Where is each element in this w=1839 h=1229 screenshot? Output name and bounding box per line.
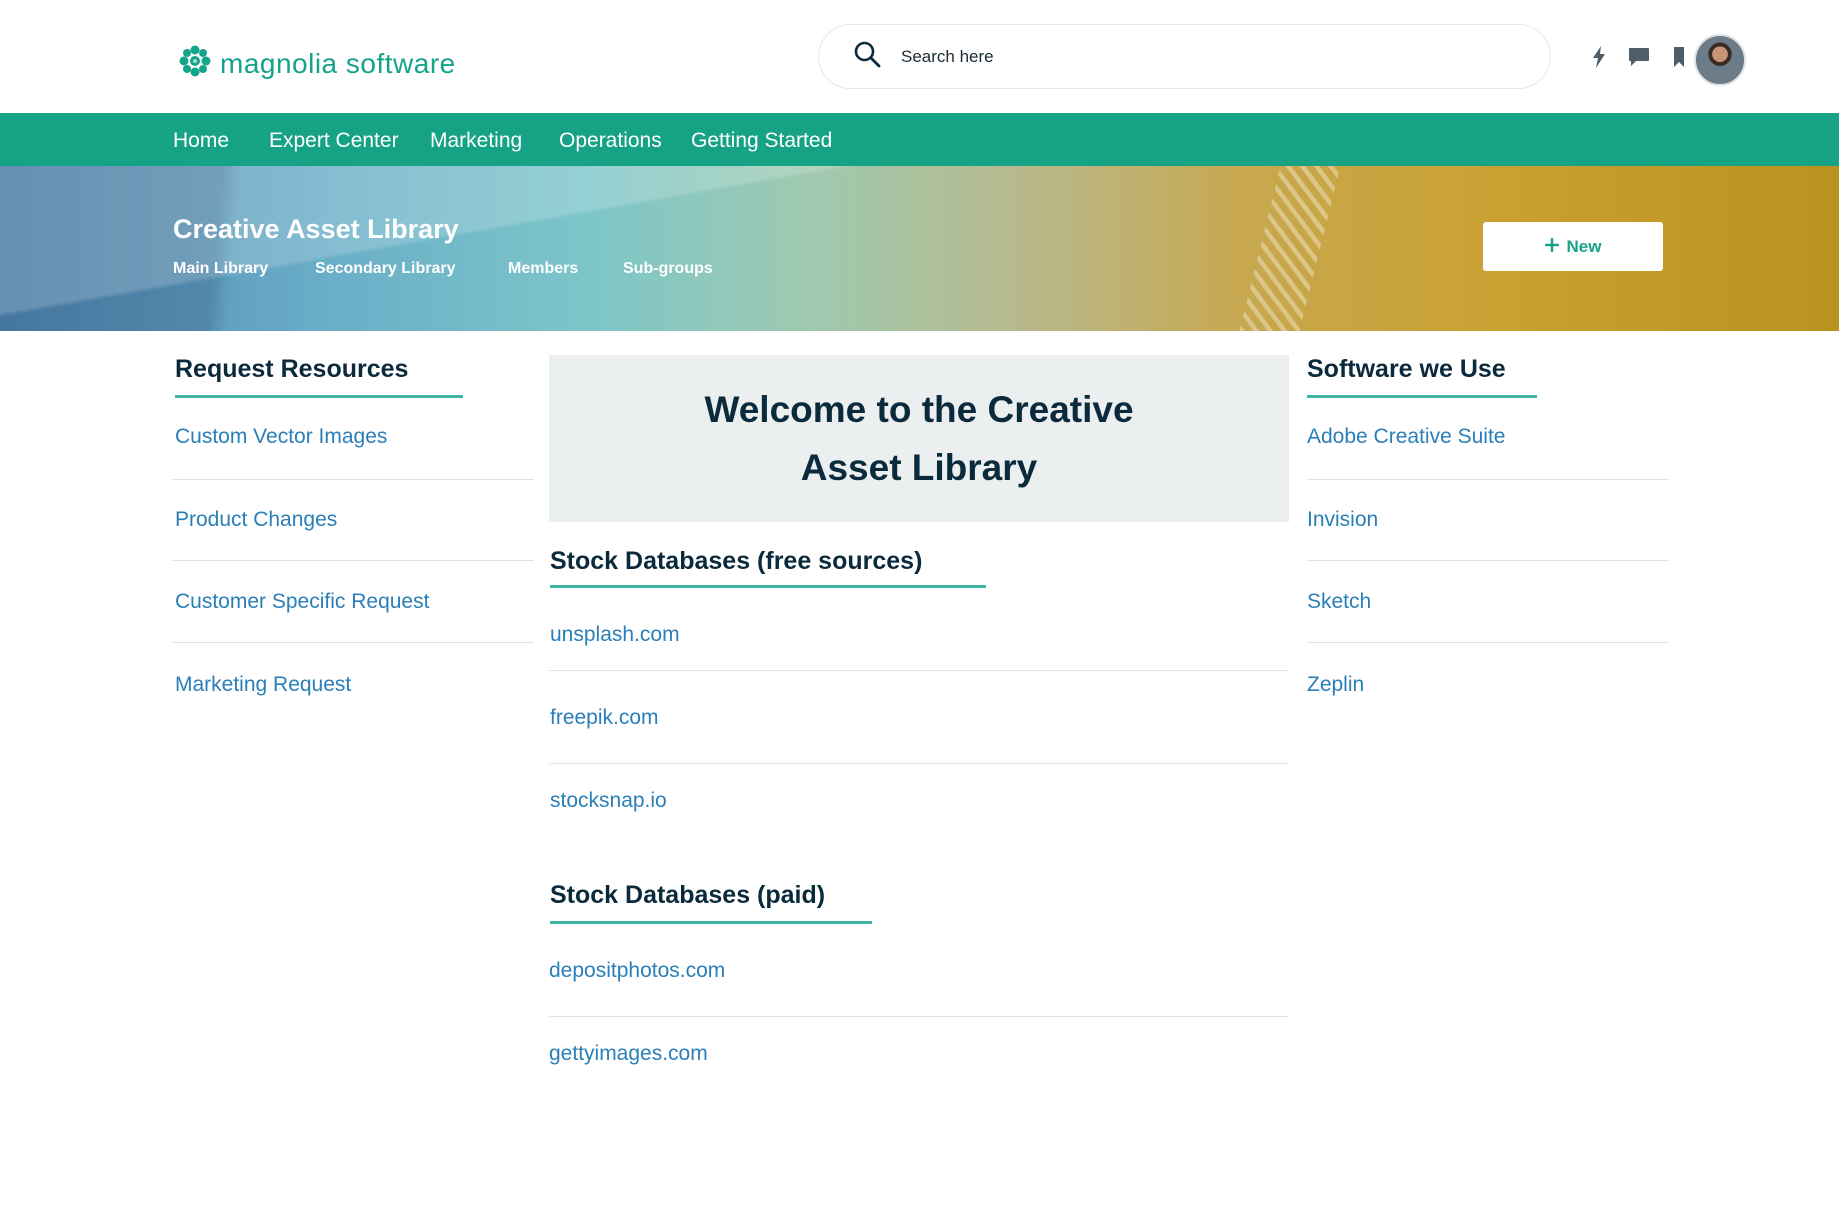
link-invision[interactable]: Invision	[1307, 508, 1378, 532]
tab-sub-groups[interactable]: Sub-groups	[623, 260, 713, 278]
nav-item-marketing[interactable]: Marketing	[430, 113, 522, 166]
main-nav: Home Expert Center Marketing Operations …	[0, 113, 1839, 166]
nav-item-expert-center[interactable]: Expert Center	[269, 113, 399, 166]
link-stocksnap[interactable]: stocksnap.io	[550, 789, 667, 813]
welcome-banner: Welcome to the Creative Asset Library	[549, 355, 1289, 522]
heading-underline	[550, 585, 986, 588]
heading-underline	[1307, 395, 1537, 398]
chat-icon[interactable]	[1628, 46, 1650, 68]
link-customer-specific-request[interactable]: Customer Specific Request	[175, 590, 429, 614]
magnolia-flower-icon	[176, 42, 214, 85]
link-sketch[interactable]: Sketch	[1307, 590, 1371, 614]
link-unsplash[interactable]: unsplash.com	[550, 623, 680, 647]
tab-members[interactable]: Members	[508, 260, 578, 278]
divider	[1307, 642, 1669, 643]
new-button-label: New	[1566, 236, 1602, 256]
nav-item-getting-started[interactable]: Getting Started	[691, 113, 832, 166]
user-avatar[interactable]	[1694, 34, 1746, 86]
search-bar[interactable]	[818, 24, 1551, 89]
new-button[interactable]: New	[1483, 222, 1663, 271]
divider	[549, 763, 1289, 764]
library-title: Creative Asset Library	[173, 214, 459, 244]
welcome-title: Welcome to the Creative Asset Library	[704, 388, 1134, 488]
link-gettyimages[interactable]: gettyimages.com	[549, 1042, 708, 1066]
link-depositphotos[interactable]: depositphotos.com	[549, 959, 725, 983]
nav-item-operations[interactable]: Operations	[559, 113, 662, 166]
divider	[172, 642, 534, 643]
divider	[1307, 560, 1669, 561]
divider	[172, 479, 534, 480]
search-icon	[853, 40, 881, 73]
divider	[172, 560, 534, 561]
bookmark-icon[interactable]	[1668, 46, 1690, 68]
bolt-icon[interactable]	[1588, 46, 1610, 68]
search-input[interactable]	[899, 45, 1459, 68]
link-marketing-request[interactable]: Marketing Request	[175, 673, 351, 697]
logo-text: magnolia software	[220, 47, 456, 79]
divider	[549, 670, 1289, 671]
divider	[1307, 479, 1669, 480]
divider	[549, 1016, 1289, 1017]
paid-stock-heading: Stock Databases (paid)	[550, 881, 826, 909]
tab-main-library[interactable]: Main Library	[173, 260, 268, 278]
plus-icon	[1544, 237, 1559, 257]
free-stock-heading: Stock Databases (free sources)	[550, 547, 923, 575]
link-freepik[interactable]: freepik.com	[550, 706, 659, 730]
library-banner: Creative Asset Library Main Library Seco…	[0, 166, 1839, 331]
link-adobe-creative-suite[interactable]: Adobe Creative Suite	[1307, 425, 1505, 449]
heading-underline	[175, 395, 463, 398]
link-custom-vector-images[interactable]: Custom Vector Images	[175, 425, 387, 449]
link-product-changes[interactable]: Product Changes	[175, 508, 337, 532]
header-actions	[1588, 46, 1690, 68]
tab-secondary-library[interactable]: Secondary Library	[315, 260, 456, 278]
logo[interactable]: magnolia software	[176, 42, 456, 85]
link-zeplin[interactable]: Zeplin	[1307, 673, 1364, 697]
software-heading: Software we Use	[1307, 355, 1506, 383]
nav-item-home[interactable]: Home	[173, 113, 229, 166]
heading-underline	[550, 921, 872, 924]
top-header: magnolia software	[0, 0, 1839, 113]
request-resources-heading: Request Resources	[175, 355, 409, 383]
